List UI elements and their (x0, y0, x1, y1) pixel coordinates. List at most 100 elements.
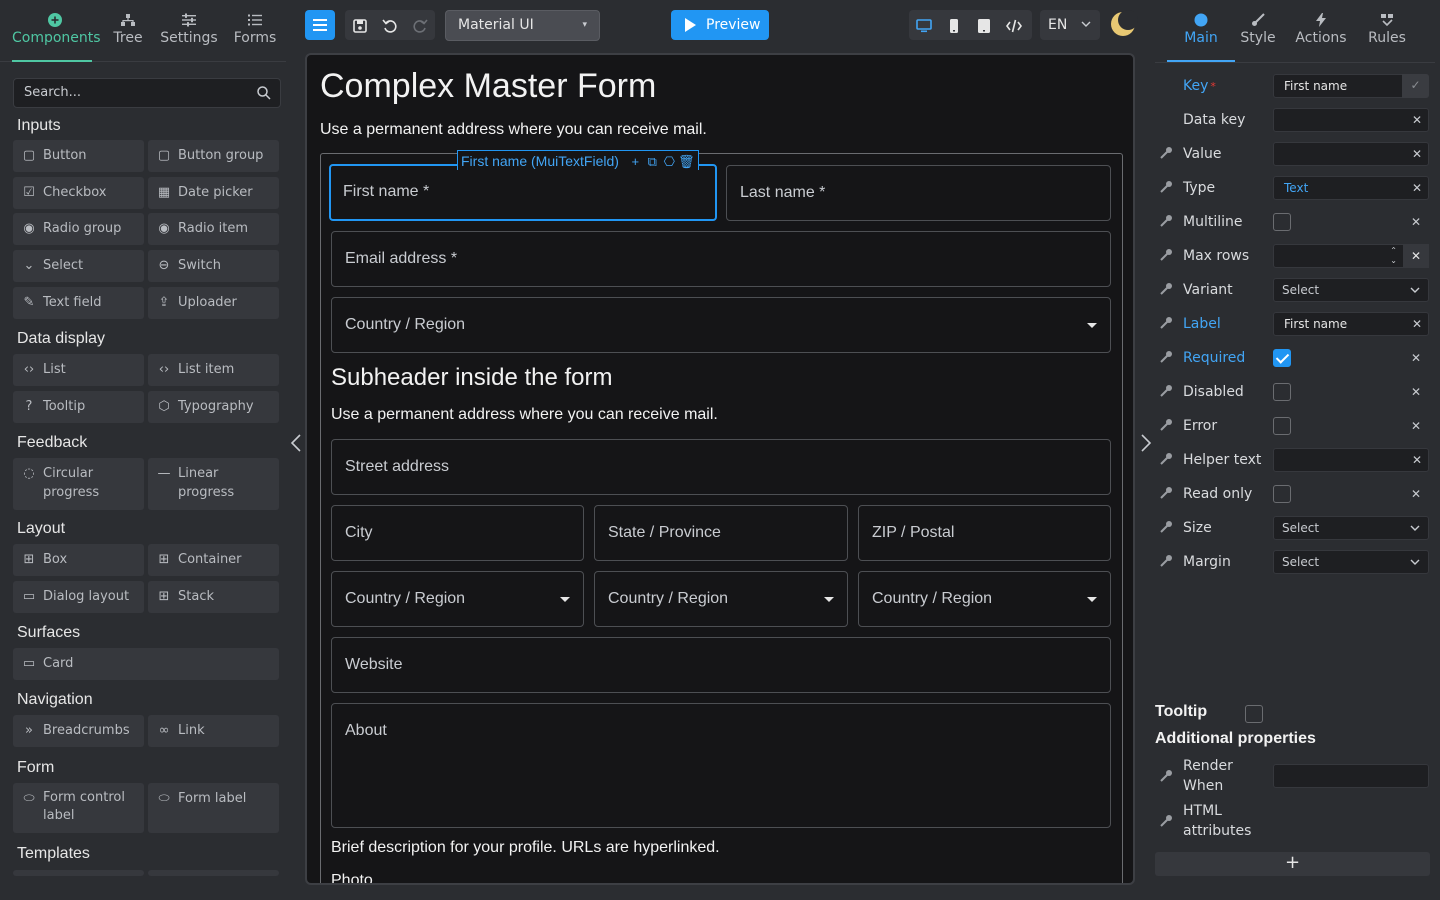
wrench-icon[interactable] (1159, 452, 1173, 466)
clear-icon[interactable]: ✕ (1403, 244, 1429, 268)
component-form-control-label[interactable]: ⬭ Form control label (13, 783, 144, 833)
tab-settings[interactable]: Settings (160, 10, 218, 54)
tab-rules[interactable]: Rules (1367, 10, 1407, 54)
key-input[interactable]: First name ✓ (1273, 74, 1429, 98)
multiline-checkbox[interactable] (1273, 213, 1291, 231)
value-input[interactable]: ✕ (1273, 142, 1429, 166)
component-stack[interactable]: ⊞ Stack (148, 581, 279, 613)
label-input[interactable]: First name ✕ (1273, 312, 1429, 336)
clear-icon[interactable]: ✕ (1411, 477, 1421, 511)
component-button-group[interactable]: ▢ Button group (148, 140, 279, 172)
component-checkbox[interactable]: ☑ Checkbox (13, 177, 144, 209)
wrench-icon[interactable] (1159, 384, 1173, 398)
state-field[interactable]: State / Province (594, 505, 848, 561)
component-switch[interactable]: ⊖ Switch (148, 250, 279, 282)
tab-main[interactable]: Main (1181, 10, 1221, 54)
component-box[interactable]: ⊞ Box (13, 544, 144, 576)
component-circular-progress[interactable]: ◌ Circular progress (13, 458, 144, 510)
language-select[interactable]: EN (1040, 10, 1100, 40)
wrench-icon[interactable] (1159, 814, 1173, 828)
desktop-view-button[interactable] (909, 10, 939, 40)
tab-actions[interactable]: Actions (1295, 10, 1347, 54)
wrench-icon[interactable] (1159, 486, 1173, 500)
collapse-left-icon[interactable] (289, 433, 303, 453)
tab-tree[interactable]: Tree (110, 10, 146, 54)
template-item[interactable] (148, 870, 279, 876)
component-linear-progress[interactable]: — Linear progress (148, 458, 279, 510)
component-search[interactable] (13, 78, 281, 108)
component-tooltip[interactable]: ? Tooltip (13, 391, 144, 423)
component-text-field[interactable]: ✎ Text field (13, 287, 144, 319)
clear-icon[interactable]: ✕ (1412, 109, 1422, 131)
stepper-icon[interactable]: ⌃ ⌄ (1390, 245, 1397, 266)
wrench-icon[interactable] (1159, 214, 1173, 228)
component-card[interactable]: ▭ Card (13, 648, 279, 680)
about-textarea[interactable]: About (331, 703, 1111, 828)
clear-icon[interactable]: ✕ (1412, 313, 1422, 335)
component-typography[interactable]: ⬡ Typography (148, 391, 279, 423)
data-key-input[interactable]: ✕ (1273, 108, 1429, 132)
country-select-2[interactable]: Country / Region (331, 571, 584, 627)
save-button[interactable] (345, 10, 375, 40)
website-field[interactable]: Website (331, 637, 1111, 693)
component-radio-group[interactable]: ◉ Radio group (13, 213, 144, 245)
variant-select[interactable]: Select (1273, 278, 1429, 302)
preview-button[interactable]: Preview (671, 10, 769, 40)
street-address-field[interactable]: Street address (331, 439, 1111, 495)
wrench-icon[interactable] (1159, 769, 1173, 783)
disabled-checkbox[interactable] (1273, 383, 1291, 401)
country-select-4[interactable]: Country / Region (858, 571, 1111, 627)
tablet-view-button[interactable] (969, 10, 999, 40)
wrench-icon[interactable] (1159, 180, 1173, 194)
required-checkbox[interactable] (1273, 349, 1291, 367)
clear-icon[interactable]: ✕ (1411, 409, 1421, 443)
delete-icon[interactable]: 🗑 (678, 152, 695, 172)
component-select[interactable]: ⌄ Select (13, 250, 144, 282)
search-icon[interactable] (256, 85, 272, 101)
wrench-icon[interactable] (1159, 282, 1173, 296)
tooltip-checkbox[interactable] (1245, 705, 1263, 723)
mobile-view-button[interactable] (939, 10, 969, 40)
library-select[interactable]: Material UI ▾ (445, 10, 600, 41)
undo-button[interactable] (375, 10, 405, 40)
last-name-field[interactable]: Last name * (726, 165, 1111, 221)
duplicate-icon[interactable]: ⧉ (644, 152, 661, 172)
country-select-3[interactable]: Country / Region (594, 571, 848, 627)
redo-button[interactable] (405, 10, 435, 40)
tab-forms[interactable]: Forms (230, 10, 280, 54)
type-input[interactable]: Text ✕ (1273, 176, 1429, 200)
wrench-icon[interactable] (1159, 146, 1173, 160)
code-view-button[interactable] (999, 10, 1029, 40)
size-select[interactable]: Select (1273, 516, 1429, 540)
zip-field[interactable]: ZIP / Postal (858, 505, 1111, 561)
wrench-icon[interactable] (1159, 248, 1173, 262)
component-list-item[interactable]: ‹› List item (148, 354, 279, 386)
component-link[interactable]: ∞ Link (148, 715, 279, 747)
template-item[interactable] (13, 870, 144, 876)
search-input[interactable] (24, 85, 244, 100)
component-radio-item[interactable]: ◉ Radio item (148, 213, 279, 245)
clear-icon[interactable]: ✕ (1412, 177, 1422, 199)
clear-icon[interactable]: ✕ (1412, 449, 1422, 471)
component-container[interactable]: ⊞ Container (148, 544, 279, 576)
theme-toggle-moon-icon[interactable] (1111, 10, 1138, 36)
wrench-icon[interactable] (1159, 520, 1173, 534)
render-when-input[interactable] (1273, 764, 1429, 788)
add-property-button[interactable]: + (1155, 852, 1430, 876)
component-uploader[interactable]: ⇪ Uploader (148, 287, 279, 319)
add-icon[interactable]: + (627, 152, 644, 172)
wrench-icon[interactable] (1159, 418, 1173, 432)
component-dialog-layout[interactable]: ▭ Dialog layout (13, 581, 144, 613)
component-date-picker[interactable]: ▦ Date picker (148, 177, 279, 209)
email-field[interactable]: Email address * (331, 231, 1111, 287)
wrench-icon[interactable] (1159, 316, 1173, 330)
menu-button[interactable] (305, 10, 335, 40)
tab-style[interactable]: Style (1239, 10, 1277, 54)
component-list[interactable]: ‹› List (13, 354, 144, 386)
error-checkbox[interactable] (1273, 417, 1291, 435)
clear-icon[interactable]: ✕ (1411, 375, 1421, 409)
helper-text-input[interactable]: ✕ (1273, 448, 1429, 472)
margin-select[interactable]: Select (1273, 550, 1429, 574)
city-field[interactable]: City (331, 505, 584, 561)
max-rows-input[interactable]: ⌃ ⌄ ✕ (1273, 244, 1429, 268)
